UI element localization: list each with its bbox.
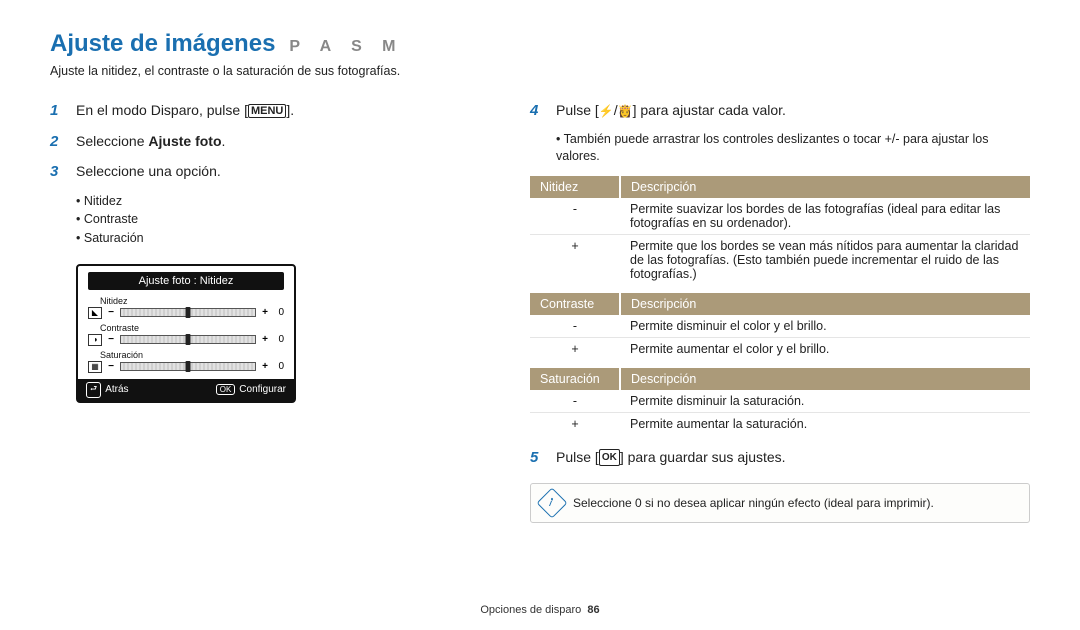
table-cell: + xyxy=(530,412,620,435)
ok-icon: OK xyxy=(216,384,236,395)
contraste-icon: ◑ xyxy=(88,334,102,346)
screen-header: Ajuste foto : Nitidez xyxy=(88,272,284,290)
table-cell: Permite disminuir el color y el brillo. xyxy=(620,315,1030,338)
table-header: Saturación xyxy=(530,368,620,390)
table-cell: - xyxy=(530,198,620,235)
back-icon: ⮐ xyxy=(86,382,101,398)
table-cell: - xyxy=(530,315,620,338)
mode-indicator: P A S M xyxy=(289,38,403,56)
step-number: 3 xyxy=(50,161,64,184)
minus-icon[interactable]: − xyxy=(106,334,116,345)
page-title: Ajuste de imágenes xyxy=(50,30,275,58)
step-number: 1 xyxy=(50,100,64,123)
table-cell: + xyxy=(530,234,620,285)
note-text: Seleccione 0 si no desea aplicar ningún … xyxy=(573,496,934,510)
table-header: Nitidez xyxy=(530,176,620,198)
table-row: +Permite que los bordes se vean más níti… xyxy=(530,234,1030,285)
slider-value: 0 xyxy=(274,307,284,318)
table-header: Descripción xyxy=(620,176,1030,198)
step-text: Pulse [OK] para guardar sus ajustes. xyxy=(556,447,1030,470)
nitidez-table: NitidezDescripción -Permite suavizar los… xyxy=(530,176,1030,285)
slider-label: Saturación xyxy=(100,350,294,360)
table-header: Descripción xyxy=(620,368,1030,390)
contraste-table: ContrasteDescripción -Permite disminuir … xyxy=(530,293,1030,360)
slider-value: 0 xyxy=(274,334,284,345)
info-icon xyxy=(536,487,567,518)
table-cell: Permite disminuir la saturación. xyxy=(620,390,1030,413)
table-header: Contraste xyxy=(530,293,620,315)
page-subtitle: Ajuste la nitidez, el contraste o la sat… xyxy=(50,64,1030,78)
table-row: -Permite suavizar los bordes de las foto… xyxy=(530,198,1030,235)
table-row: +Permite aumentar la saturación. xyxy=(530,412,1030,435)
slider-track[interactable] xyxy=(120,362,256,371)
table-header: Descripción xyxy=(620,293,1030,315)
ok-button-label: OK xyxy=(599,449,620,466)
table-row: +Permite aumentar el color y el brillo. xyxy=(530,337,1030,360)
slider-track[interactable] xyxy=(120,335,256,344)
saturacion-icon: ▦ xyxy=(88,361,102,373)
table-row: -Permite disminuir el color y el brillo. xyxy=(530,315,1030,338)
step-number: 4 xyxy=(530,100,544,123)
table-cell: - xyxy=(530,390,620,413)
flash-icon: ⚡ xyxy=(599,102,614,120)
table-cell: Permite aumentar el color y el brillo. xyxy=(620,337,1030,360)
timer-icon: 👸 xyxy=(618,102,633,120)
table-cell: Permite aumentar la saturación. xyxy=(620,412,1030,435)
back-button[interactable]: ⮐Atrás xyxy=(86,382,129,398)
ok-button[interactable]: OKConfigurar xyxy=(216,382,286,398)
saturacion-table: SaturaciónDescripción -Permite disminuir… xyxy=(530,368,1030,435)
bullet-item: Nitidez xyxy=(76,192,470,211)
step-number: 2 xyxy=(50,131,64,154)
slider-track[interactable] xyxy=(120,308,256,317)
bullet-item: Saturación xyxy=(76,229,470,248)
table-cell: Permite que los bordes se vean más nítid… xyxy=(620,234,1030,285)
plus-icon[interactable]: + xyxy=(260,361,270,372)
bullet-item: Contraste xyxy=(76,210,470,229)
step-text: En el modo Disparo, pulse [MENU]. xyxy=(76,100,470,123)
bullet-item: También puede arrastrar los controles de… xyxy=(556,131,1030,166)
slider-label: Contraste xyxy=(100,323,294,333)
plus-icon[interactable]: + xyxy=(260,307,270,318)
plus-icon[interactable]: + xyxy=(260,334,270,345)
step-text: Pulse [⚡/👸] para ajustar cada valor. xyxy=(556,100,1030,123)
step-number: 5 xyxy=(530,447,544,470)
slider-value: 0 xyxy=(274,361,284,372)
info-note: Seleccione 0 si no desea aplicar ningún … xyxy=(530,483,1030,523)
bold-option: Ajuste foto xyxy=(148,133,221,149)
step-text: Seleccione una opción. xyxy=(76,161,470,184)
menu-button-label: MENU xyxy=(248,104,286,118)
table-cell: + xyxy=(530,337,620,360)
camera-screen-mock: Ajuste foto : Nitidez Nitidez ◣ − + 0 Co… xyxy=(76,264,296,403)
minus-icon[interactable]: − xyxy=(106,307,116,318)
table-row: -Permite disminuir la saturación. xyxy=(530,390,1030,413)
nitidez-icon: ◣ xyxy=(88,307,102,319)
slider-label: Nitidez xyxy=(100,296,294,306)
step-text: Seleccione Ajuste foto. xyxy=(76,131,470,154)
minus-icon[interactable]: − xyxy=(106,361,116,372)
page-footer: Opciones de disparo 86 xyxy=(0,604,1080,616)
table-cell: Permite suavizar los bordes de las fotog… xyxy=(620,198,1030,235)
